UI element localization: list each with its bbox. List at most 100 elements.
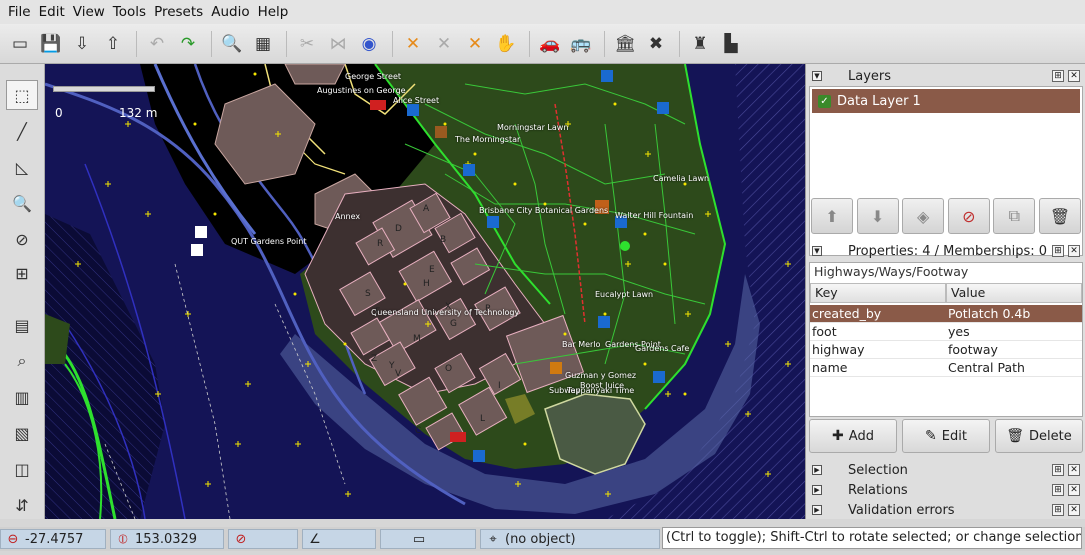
tag-key: created_by bbox=[810, 305, 946, 323]
menu-edit[interactable]: Edit bbox=[35, 4, 69, 20]
toggle-visibility-button[interactable]: ⊘ bbox=[947, 198, 990, 234]
redo-icon[interactable]: ↷ bbox=[174, 30, 202, 58]
building-label: G bbox=[450, 319, 457, 329]
building-label: I bbox=[498, 381, 501, 391]
close-icon[interactable]: ✕ bbox=[1068, 70, 1080, 82]
table-row[interactable]: highway footway bbox=[810, 341, 1082, 359]
collapse-icon[interactable]: ⇵ bbox=[6, 490, 38, 520]
building-label: V bbox=[395, 369, 402, 379]
tag-value: Potlatch 0.4b bbox=[946, 305, 1082, 323]
extrude-tool-icon[interactable]: ⊞ bbox=[6, 258, 38, 288]
close-icon[interactable]: ✕ bbox=[1068, 504, 1080, 516]
preset-pedestrian-icon[interactable]: ✕ bbox=[399, 30, 427, 58]
longitude-icon: ⦶ bbox=[118, 531, 128, 547]
relations-title: Relations bbox=[848, 482, 908, 498]
building-label: D bbox=[395, 224, 402, 234]
close-icon[interactable]: ✕ bbox=[1068, 464, 1080, 476]
bus-icon[interactable]: 🚌 bbox=[567, 30, 595, 58]
detach-icon[interactable]: ⊞ bbox=[1052, 70, 1064, 82]
select-tool-icon[interactable]: ⬚ bbox=[6, 80, 38, 110]
expand-icon[interactable]: ▶ bbox=[812, 485, 822, 495]
collapse-icon[interactable]: ▼ bbox=[812, 246, 822, 256]
crossing-icon[interactable]: ✖ bbox=[642, 30, 670, 58]
move-down-button[interactable]: ⬇ bbox=[856, 198, 899, 234]
search-icon[interactable]: 🔍 bbox=[218, 30, 246, 58]
heading-field: ⊘ bbox=[228, 529, 298, 549]
main-toolbar: ▭ 💾 ⇩ ⇧ ↶ ↷ 🔍 ▦ ✂ ⋈ ◉ ✕ ✕ ✕ ✋ 🚗 🚌 🏛 ✖ ♜ … bbox=[0, 24, 1085, 64]
validation-dialog-header[interactable]: ▶ Validation errors ⊞ ✕ bbox=[808, 500, 1084, 520]
properties-dialog-header[interactable]: ▼ Properties: 4 / Memberships: 0 ⊞ ✕ bbox=[808, 241, 1084, 261]
layer-item[interactable]: ✓ Data Layer 1 bbox=[812, 89, 1080, 113]
selection-dialog-header[interactable]: ▶ Selection ⊞ ✕ bbox=[808, 460, 1084, 480]
layers-dialog-header[interactable]: ▼ Layers ⊞ ✕ bbox=[808, 66, 1084, 86]
building-label: H bbox=[423, 279, 430, 289]
collapse-icon[interactable]: ▼ bbox=[812, 71, 822, 81]
menu-file[interactable]: File bbox=[4, 4, 35, 20]
relations-dialog-header[interactable]: ▶ Relations ⊞ ✕ bbox=[808, 480, 1084, 500]
save-icon[interactable]: 💾 bbox=[37, 30, 65, 58]
toggle-search-icon[interactable]: ⌕ bbox=[6, 346, 38, 376]
toggle-layers-icon[interactable]: ▤ bbox=[6, 310, 38, 340]
toggle-tagging-icon[interactable]: ▥ bbox=[6, 382, 38, 412]
toggle-dialog-icon[interactable]: ◫ bbox=[6, 454, 38, 484]
expand-icon[interactable]: ▶ bbox=[812, 465, 822, 475]
upload-icon[interactable]: ⇧ bbox=[99, 30, 127, 58]
building-label: O bbox=[445, 364, 453, 374]
delete-layer-button[interactable]: 🗑 bbox=[1038, 198, 1081, 234]
building-icon[interactable]: 🏛 bbox=[611, 30, 639, 58]
toolbar-separator bbox=[604, 30, 605, 57]
split-way-icon[interactable]: ✂ bbox=[293, 30, 321, 58]
menu-help[interactable]: Help bbox=[254, 4, 293, 20]
move-up-button[interactable]: ⬆ bbox=[811, 198, 853, 234]
toggle-history-icon[interactable]: ▧ bbox=[6, 418, 38, 448]
map-label: Guzman y Gomez bbox=[565, 371, 637, 380]
edit-tag-button[interactable]: ✎ Edit bbox=[902, 419, 990, 453]
menu-tools[interactable]: Tools bbox=[109, 4, 150, 20]
detach-icon[interactable]: ⊞ bbox=[1052, 464, 1064, 476]
detach-icon[interactable]: ⊞ bbox=[1052, 504, 1064, 516]
properties-table: Highways/Ways/Footway Key Value created_… bbox=[809, 262, 1083, 417]
table-row[interactable]: name Central Path bbox=[810, 359, 1082, 377]
download-icon[interactable]: ⇩ bbox=[68, 30, 96, 58]
building-label: C bbox=[415, 426, 422, 436]
measure-tool-icon[interactable]: ◺ bbox=[6, 152, 38, 182]
menu-view[interactable]: View bbox=[69, 4, 109, 20]
visible-check-icon[interactable]: ✓ bbox=[818, 94, 831, 108]
menu-audio[interactable]: Audio bbox=[207, 4, 253, 20]
delete-tag-button[interactable]: 🗑 Delete bbox=[995, 419, 1083, 453]
preferences-icon[interactable]: ▦ bbox=[249, 30, 277, 58]
detach-icon[interactable]: ⊞ bbox=[1052, 484, 1064, 496]
table-row[interactable]: created_by Potlatch 0.4b bbox=[810, 305, 1082, 323]
table-row[interactable]: foot yes bbox=[810, 323, 1082, 341]
detach-icon[interactable]: ⊞ bbox=[1052, 245, 1064, 257]
key-column-header[interactable]: Key bbox=[810, 283, 946, 303]
scale-bar: 0 132 m bbox=[53, 84, 163, 120]
duplicate-layer-button[interactable]: ⧉ bbox=[993, 198, 1036, 234]
map-label: Camelia Lawn bbox=[653, 174, 710, 183]
map-view[interactable]: 0 132 m George Street Augustines on Georg… bbox=[45, 64, 805, 519]
expand-icon[interactable]: ▶ bbox=[812, 505, 822, 515]
open-file-icon[interactable]: ▭ bbox=[6, 30, 34, 58]
merge-layer-button[interactable]: ◈ bbox=[902, 198, 945, 234]
industrial-icon[interactable]: ▙ bbox=[717, 30, 745, 58]
close-icon[interactable]: ✕ bbox=[1068, 245, 1080, 257]
map-canvas[interactable] bbox=[45, 64, 805, 519]
wms-icon[interactable]: ◉ bbox=[355, 30, 383, 58]
add-tag-button[interactable]: ✚ Add bbox=[809, 419, 897, 453]
delete-tool-icon[interactable]: ⊘ bbox=[6, 224, 38, 254]
combine-way-icon[interactable]: ⋈ bbox=[324, 30, 352, 58]
hand-icon[interactable]: ✋ bbox=[492, 30, 520, 58]
menu-presets[interactable]: Presets bbox=[150, 4, 207, 20]
draw-tool-icon[interactable]: ╱ bbox=[6, 116, 38, 146]
tag-key: highway bbox=[810, 341, 946, 359]
edit-tools-sidebar: ⬚ ╱ ◺ 🔍 ⊘ ⊞ ▤ ⌕ ▥ ▧ ◫ ⇵ bbox=[0, 64, 45, 519]
map-label: The Morningstar bbox=[455, 135, 521, 144]
castle-icon[interactable]: ♜ bbox=[686, 30, 714, 58]
zoom-tool-icon[interactable]: 🔍 bbox=[6, 188, 38, 218]
preset-bridleway-icon[interactable]: ✕ bbox=[461, 30, 489, 58]
value-column-header[interactable]: Value bbox=[946, 283, 1082, 303]
car-icon[interactable]: 🚗 bbox=[536, 30, 564, 58]
close-icon[interactable]: ✕ bbox=[1068, 484, 1080, 496]
preset-cycleway-icon[interactable]: ✕ bbox=[430, 30, 458, 58]
undo-icon[interactable]: ↶ bbox=[143, 30, 171, 58]
